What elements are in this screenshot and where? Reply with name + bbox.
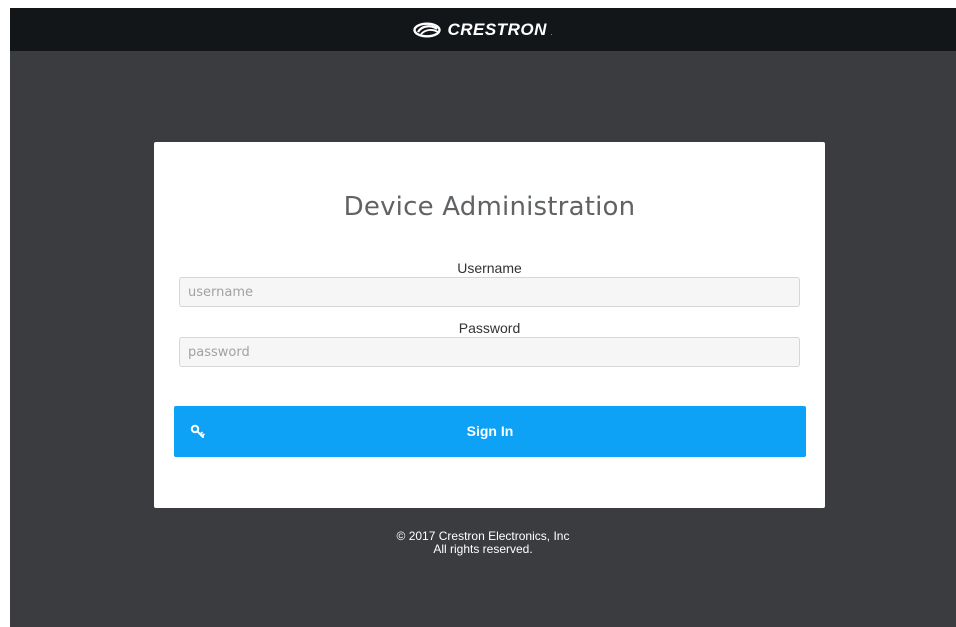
username-label: Username [457,260,522,276]
crestron-logo: CRESTRON. [413,19,553,40]
page-title: Device Administration [343,192,636,222]
password-label: Password [458,320,521,336]
password-input[interactable] [179,337,800,367]
footer: © 2017 Crestron Electronics, Inc All rig… [10,530,956,556]
brand-name: CRESTRON [447,19,547,39]
rights-text: All rights reserved. [433,542,533,556]
login-card: Device Administration Username Password … [154,142,825,508]
username-input[interactable] [179,277,800,307]
page-background: CRESTRON. Device Administration Username… [10,8,956,627]
key-icon [190,424,205,438]
sign-in-button[interactable]: Sign In [174,406,806,457]
sign-in-label: Sign In [466,423,514,439]
crestron-swirl-icon [413,21,442,38]
brand-mark: . [550,30,553,37]
top-bar: CRESTRON. [10,8,956,51]
